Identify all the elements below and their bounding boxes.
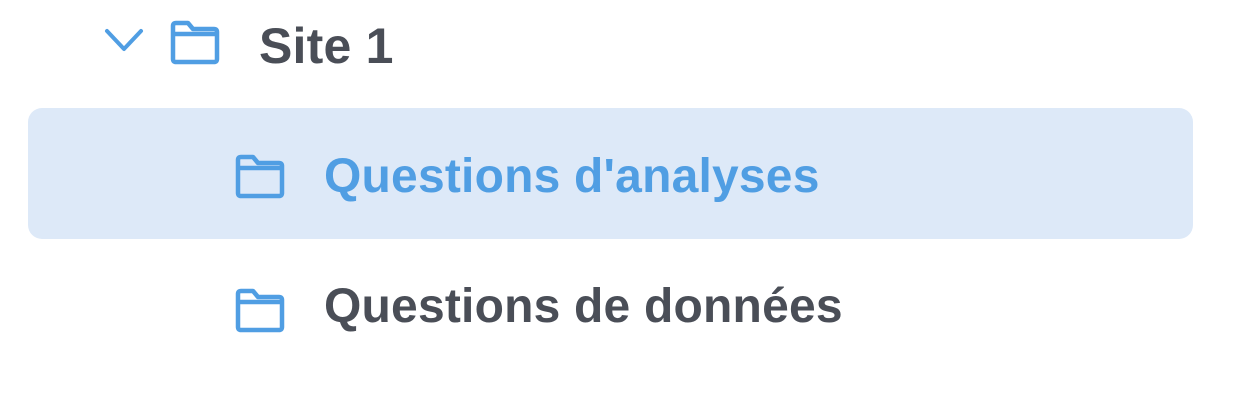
- folder-icon: [235, 288, 285, 333]
- collection-tree: Site 1 Questions d'analyses Questions de…: [0, 0, 1240, 407]
- tree-item-questions-analyses[interactable]: Questions d'analyses: [28, 108, 1193, 239]
- tree-item-questions-donnees[interactable]: Questions de données: [28, 245, 1193, 376]
- folder-icon: [170, 20, 220, 65]
- tree-item-label: Site 1: [259, 18, 394, 74]
- chevron-down-icon[interactable]: [102, 22, 146, 58]
- tree-item-label: Questions d'analyses: [324, 150, 820, 203]
- tree-item-label: Questions de données: [324, 280, 843, 333]
- tree-item-site-1[interactable]: Site 1: [0, 0, 1240, 92]
- folder-icon: [235, 154, 285, 199]
